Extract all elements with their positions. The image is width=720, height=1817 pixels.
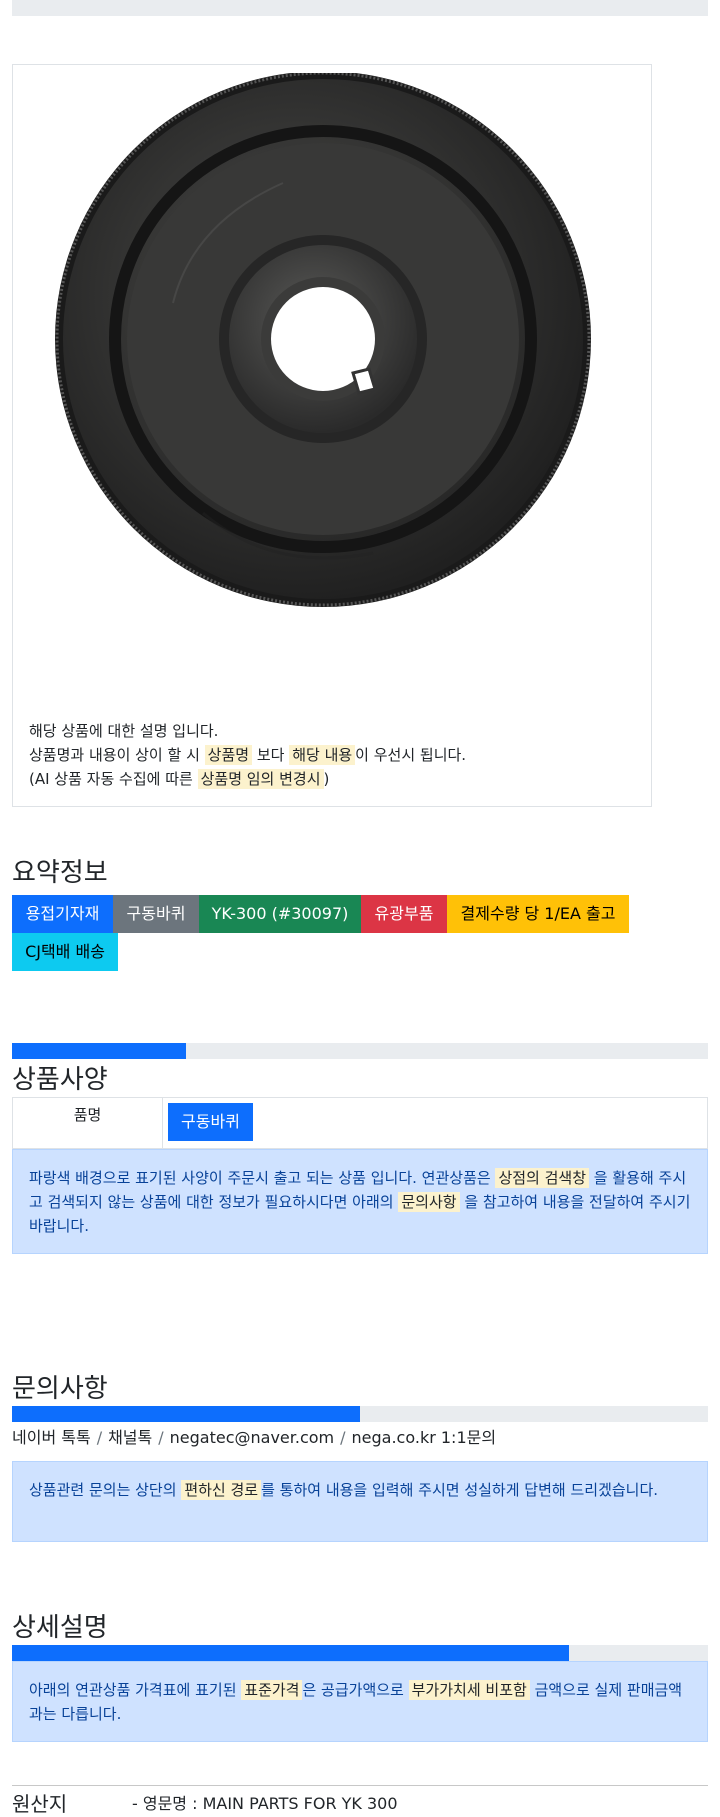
origin-divider <box>12 1785 708 1786</box>
top-progress-bar <box>12 0 708 16</box>
spec-value-button[interactable]: 구동바퀴 <box>168 1103 253 1141</box>
origin-label: 원산지 <box>12 1792 68 1816</box>
notice-text: 상품관련 문의는 상단의 <box>29 1481 182 1499</box>
notice-text: 파랑색 배경으로 표기된 사양이 주문시 출고 되는 상품 입니다. 연관상품은 <box>29 1169 496 1187</box>
notice-text: 은 공급가액으로 <box>302 1681 409 1699</box>
contact-naver-talk[interactable]: 네이버 톡톡 <box>12 1428 91 1447</box>
contact-email[interactable]: negatec@naver.com <box>170 1428 334 1447</box>
badge-model[interactable]: YK-300 (#30097) <box>199 895 361 933</box>
spec-table: 품명 구동바퀴 <box>12 1097 708 1149</box>
spec-progress-fill <box>12 1043 186 1059</box>
spec-progress <box>12 1043 708 1059</box>
description-line-2: 상품명과 내용이 상이 할 시 상품명 보다 해당 내용 이 우선시 됩니다. <box>29 743 466 767</box>
description-text: 이 우선시 됩니다. <box>355 746 467 764</box>
inquiry-title: 문의사항 <box>12 1374 108 1404</box>
highlight-product-name: 상품명 <box>204 745 253 765</box>
summary-title: 요약정보 <box>12 858 108 888</box>
contact-links: 네이버 톡톡 / 채널톡 / negatec@naver.com / nega.co.kr … <box>12 1424 496 1448</box>
inquiry-notice: 상품관련 문의는 상단의 편하신 경로 를 통하여 내용을 입력해 주시면 성실하… <box>12 1461 708 1542</box>
contact-channel-talk[interactable]: 채널톡 <box>108 1428 152 1447</box>
highlight-search: 상점의 검색창 <box>495 1168 590 1188</box>
detail-notice: 아래의 연관상품 가격표에 표기된 표준가격 은 공급가액으로 부가가치세 비포함… <box>12 1661 708 1742</box>
highlight-standard-price: 표준가격 <box>241 1680 303 1700</box>
spec-notice: 파랑색 배경으로 표기된 사양이 주문시 출고 되는 상품 입니다. 연관상품은… <box>12 1149 708 1254</box>
notice-text: 아래의 연관상품 가격표에 표기된 <box>29 1681 242 1699</box>
highlight-content: 해당 내용 <box>289 745 356 765</box>
description-text: ) <box>323 770 330 788</box>
badge-shipping[interactable]: CJ택배 배송 <box>12 933 118 971</box>
inquiry-progress-fill <box>12 1406 360 1422</box>
product-card: 해당 상품에 대한 설명 입니다. 상품명과 내용이 상이 할 시 상품명 보다… <box>12 64 652 807</box>
inquiry-progress <box>12 1406 708 1422</box>
description-text: 상품명과 내용이 상이 할 시 <box>29 746 205 764</box>
description-line-3: (AI 상품 자동 수집에 따른 상품명 임의 변경시) <box>29 767 466 791</box>
highlight-vat-excluded: 부가가치세 비포함 <box>408 1680 530 1700</box>
notice-text: 를 통하여 내용을 입력해 주시면 성실하게 답변해 드리겠습니다. <box>261 1481 659 1499</box>
spec-title: 상품사양 <box>12 1065 108 1095</box>
product-image <box>55 73 591 607</box>
product-description: 해당 상품에 대한 설명 입니다. 상품명과 내용이 상이 할 시 상품명 보다… <box>29 719 466 791</box>
highlight-inquiry: 문의사항 <box>398 1192 460 1212</box>
detail-title: 상세설명 <box>12 1613 108 1643</box>
description-text: 보다 <box>252 746 290 764</box>
highlight-rename: 상품명 임의 변경시 <box>197 769 324 789</box>
description-text: (AI 상품 자동 수집에 따른 <box>29 770 198 788</box>
detail-progress <box>12 1645 708 1661</box>
separator: / <box>96 1428 103 1447</box>
badge-category[interactable]: 용접기자재 <box>12 895 113 933</box>
badge-finish[interactable]: 유광부품 <box>361 895 447 933</box>
badge-product-type[interactable]: 구동바퀴 <box>113 895 199 933</box>
separator: / <box>340 1428 346 1447</box>
contact-site-inquiry[interactable]: nega.co.kr 1:1문의 <box>352 1428 497 1447</box>
spec-label: 품명 <box>13 1098 163 1148</box>
separator: / <box>158 1428 164 1447</box>
origin-value: - 영문명 : MAIN PARTS FOR YK 300 <box>132 1794 398 1813</box>
badge-quantity[interactable]: 결제수량 당 1/EA 출고 <box>447 895 629 933</box>
description-line-1: 해당 상품에 대한 설명 입니다. <box>29 722 219 740</box>
detail-progress-fill <box>12 1645 569 1661</box>
highlight-route: 편하신 경로 <box>181 1480 262 1500</box>
